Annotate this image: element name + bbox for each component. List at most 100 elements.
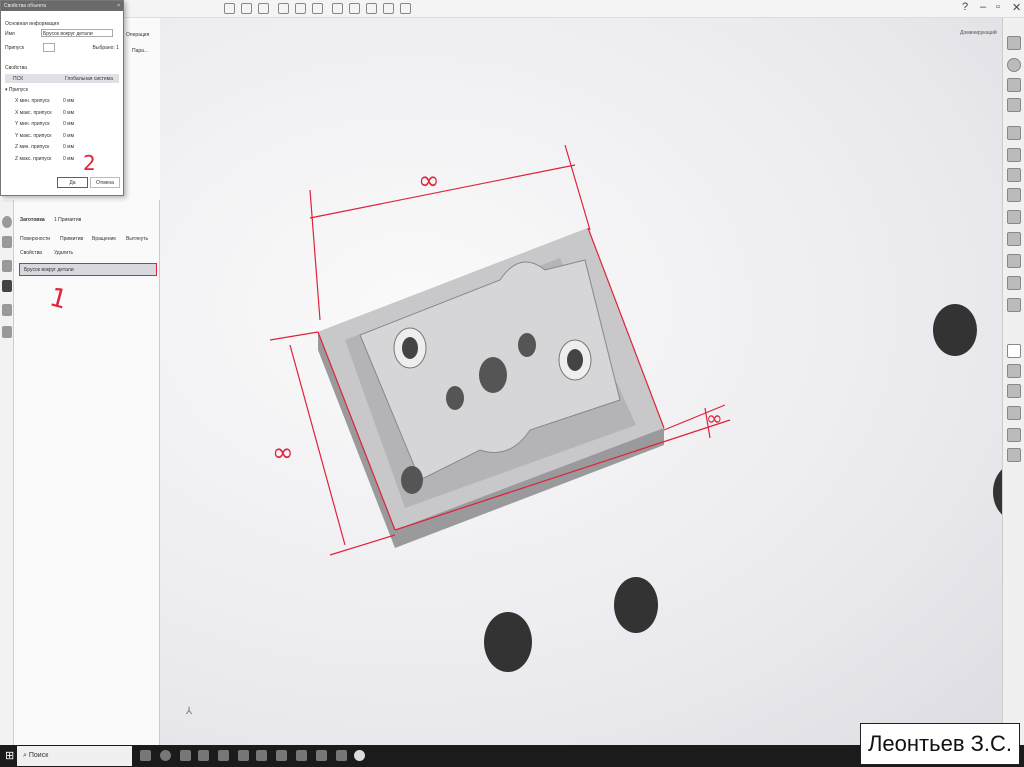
3d-viewport[interactable]: Доминирующий ∞ ∞ ∞ ⅄ [160,18,1002,745]
dimension-infinity-left: ∞ [272,438,294,468]
delete-button[interactable]: Удалить [54,250,73,256]
taskbar-app[interactable] [256,750,267,761]
toolbar-icon[interactable] [1007,168,1021,182]
toolbar-icon[interactable] [2,304,12,316]
toolbar-icon[interactable] [1007,126,1021,140]
dimension-infinity-right: ∞ [706,406,723,430]
close-button[interactable]: ✕ [1012,1,1021,14]
toolbar-icon[interactable] [2,216,12,228]
taskbar-app[interactable] [218,750,229,761]
ok-button[interactable]: Да [57,177,88,188]
cancel-button[interactable]: Отмена [90,177,120,188]
toolbar-icon[interactable] [1007,254,1021,268]
point-icon[interactable] [1007,344,1021,358]
toolbar-icon[interactable] [332,3,343,14]
view-cube-icon[interactable] [1007,36,1021,50]
toolbar-icon[interactable] [2,326,12,338]
toolbar-icon[interactable] [1007,232,1021,246]
allowance-input[interactable] [43,43,55,52]
toolbar-icon[interactable] [1007,384,1021,398]
author-caption: Леонтьев З.С. [860,723,1020,765]
allowance-row-value[interactable]: 0 мм [63,110,74,116]
name-label: Имя [5,31,15,37]
allowance-group[interactable]: ▾ Припуск [5,87,28,93]
allowance-row-value[interactable]: 0 мм [63,144,74,150]
taskbar-app[interactable] [140,750,151,761]
taskbar-app[interactable] [336,750,347,761]
taskbar-app[interactable] [276,750,287,761]
background-panel: Операция Пара... [124,18,160,200]
extrude-button[interactable]: Вытянуть [126,236,148,242]
start-button[interactable]: ⊞ [5,749,14,762]
right-toolbar [1002,18,1024,745]
close-icon[interactable]: × [117,3,120,9]
toolbar-icon[interactable] [383,3,394,14]
operation-label: Операция [126,32,150,38]
allowance-row-label: Y макс. припуск [15,132,52,139]
section-main: Основная информация [5,21,60,27]
toolbar-icon[interactable] [258,3,269,14]
annotation-1: 1 [46,282,71,316]
taskbar-app[interactable] [238,750,249,761]
toolbar-icon[interactable] [224,3,235,14]
plate-hole [614,577,658,633]
toolbar-icon[interactable] [366,3,377,14]
toolbar-icon[interactable] [1007,78,1021,92]
toolbar-icon[interactable] [312,3,323,14]
object-properties-dialog: Свойства объекта × Основная информация Им… [0,0,124,196]
maximize-button[interactable]: ▫ [996,1,1000,13]
axis-triad-icon: ⅄ [186,706,193,717]
tree-item-block[interactable]: Брусок вокруг детали [19,263,157,276]
blank-panel: Заготовка 1 Примитив Поверхности Примити… [14,200,160,745]
toolbar-icon[interactable] [295,3,306,14]
taskbar-app[interactable] [160,750,171,761]
search-box[interactable]: ⌕ Поиск [17,746,132,766]
minimize-button[interactable]: – [980,1,986,13]
name-input[interactable]: Брусок вокруг детали [41,29,113,37]
surfaces-button[interactable]: Поверхности [20,236,50,242]
sphere-icon[interactable] [1007,58,1021,72]
toolbar-icon-active[interactable] [2,280,12,292]
taskbar-app[interactable] [316,750,327,761]
allowance-row-label: Z макс. припуск [15,155,52,162]
panel-title: Заготовка [20,217,45,223]
allowance-row-label: X макс. припуск [15,109,52,116]
toolbar-icon[interactable] [1007,210,1021,224]
toolbar-icon[interactable] [1007,98,1021,112]
plate-hole [933,304,977,356]
taskbar-app[interactable] [354,750,365,761]
left-toolbar [0,200,14,745]
primitive-button[interactable]: Примитив [60,236,83,242]
params-tab[interactable]: Пара... [132,48,148,54]
toolbar-icon[interactable] [1007,428,1021,442]
toolbar-icon[interactable] [1007,406,1021,420]
allowance-row-value[interactable]: 0 мм [63,121,74,127]
allowance-row-label: Z мин. припуск [15,144,50,150]
toolbar-icon[interactable] [1007,188,1021,202]
properties-button[interactable]: Свойства [20,250,42,256]
allowance-row-value[interactable]: 0 мм [63,133,74,139]
taskbar-app[interactable] [180,750,191,761]
help-icon[interactable]: ? [962,1,968,13]
allowance-row-value[interactable]: 0 мм [63,156,74,162]
toolbar-icon[interactable] [1007,276,1021,290]
toolbar-icon[interactable] [349,3,360,14]
toolbar-icon[interactable] [2,236,12,248]
csys-row[interactable]: ПСК Глобальная система [5,74,119,83]
toolbar-icon[interactable] [1007,298,1021,312]
revolve-button[interactable]: Вращение [92,236,116,242]
toolbar-icon[interactable] [2,260,12,272]
csys-select[interactable]: Глобальная система [65,76,113,82]
toolbar-icon[interactable] [278,3,289,14]
toolbar-icon[interactable] [1007,448,1021,462]
dimension-infinity-top: ∞ [418,166,440,196]
allowance-row-value[interactable]: 0 мм [63,98,74,104]
taskbar-app[interactable] [296,750,307,761]
toolbar-icon[interactable] [1007,148,1021,162]
curve-icon[interactable] [1007,364,1021,378]
toolbar-icon[interactable] [241,3,252,14]
plate-hole [993,469,1002,515]
toolbar-icon[interactable] [400,3,411,14]
taskbar-app[interactable] [198,750,209,761]
plate-hole [484,612,532,672]
